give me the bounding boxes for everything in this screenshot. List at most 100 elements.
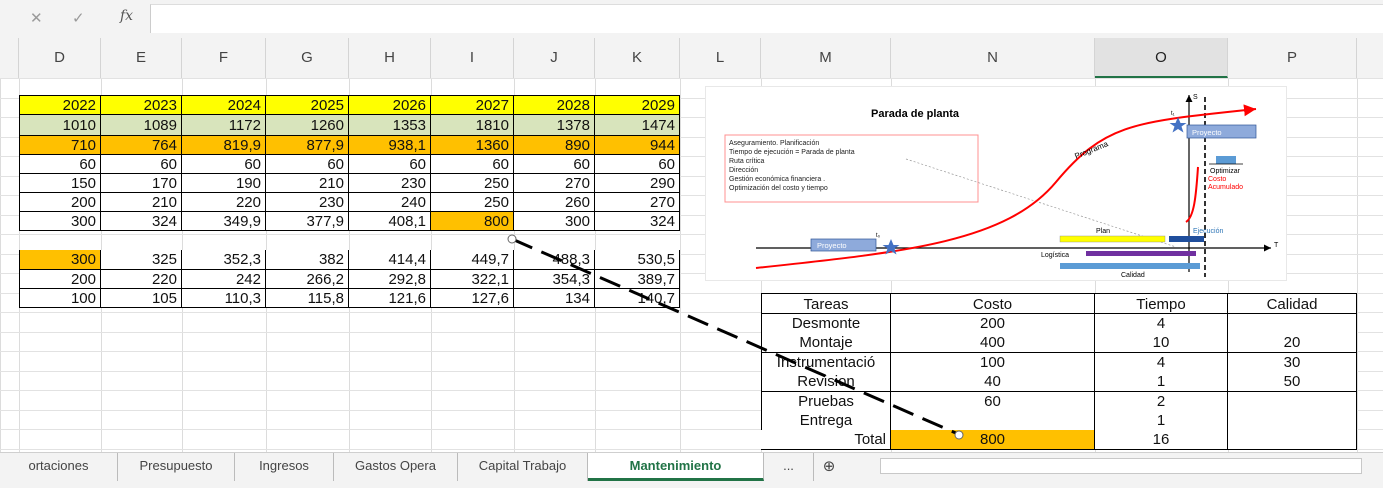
data-cell[interactable]: 1360 xyxy=(431,136,514,155)
data-cell[interactable] xyxy=(101,231,182,250)
data-cell[interactable]: 322,1 xyxy=(431,270,514,289)
data-cell[interactable] xyxy=(349,231,431,250)
data-cell[interactable]: 530,5 xyxy=(595,250,680,270)
data-cell[interactable]: 127,6 xyxy=(431,289,514,308)
data-cell[interactable]: 292,8 xyxy=(349,270,431,289)
data-cell[interactable] xyxy=(431,231,514,250)
data-cell[interactable]: 389,7 xyxy=(595,270,680,289)
tasks-cell[interactable]: 1 xyxy=(1095,372,1228,392)
column-header-o[interactable]: O xyxy=(1095,38,1228,78)
column-header-n[interactable]: N xyxy=(891,38,1095,78)
data-cell[interactable]: 230 xyxy=(349,174,431,193)
data-cell[interactable]: 150 xyxy=(19,174,101,193)
data-cell[interactable]: 200 xyxy=(19,270,101,289)
data-cell[interactable]: 890 xyxy=(514,136,595,155)
data-cell[interactable]: 349,9 xyxy=(182,212,266,231)
data-cell[interactable] xyxy=(182,231,266,250)
data-cell[interactable]: 60 xyxy=(266,155,349,174)
tasks-cell[interactable]: Instrumentació xyxy=(761,353,891,373)
data-cell[interactable]: 60 xyxy=(101,155,182,174)
horizontal-scrollbar[interactable] xyxy=(880,458,1362,474)
data-cell[interactable]: 352,3 xyxy=(182,250,266,270)
column-header-l[interactable]: L xyxy=(680,38,761,78)
data-cell[interactable] xyxy=(266,231,349,250)
data-cell[interactable]: 710 xyxy=(19,136,101,155)
column-header-j[interactable]: J xyxy=(514,38,595,78)
data-cell[interactable]: 220 xyxy=(182,193,266,212)
data-cell[interactable]: 1010 xyxy=(19,115,101,136)
data-cell[interactable]: 819,9 xyxy=(182,136,266,155)
data-cell[interactable]: 1172 xyxy=(182,115,266,136)
data-cell[interactable]: 300 xyxy=(514,212,595,231)
tasks-cell[interactable]: 40 xyxy=(891,372,1095,392)
data-cell[interactable]: 105 xyxy=(101,289,182,308)
tasks-cell[interactable]: Entrega xyxy=(761,411,891,431)
data-cell[interactable]: 1474 xyxy=(595,115,680,136)
tasks-cell[interactable]: 60 xyxy=(891,392,1095,412)
data-cell[interactable]: 270 xyxy=(595,193,680,212)
year-cell[interactable]: 2024 xyxy=(182,95,266,115)
year-cell[interactable]: 2023 xyxy=(101,95,182,115)
sheet-tab-capital-trabajo[interactable]: Capital Trabajo xyxy=(458,453,588,481)
sheet-tab-more[interactable]: ... xyxy=(764,453,814,481)
total-label[interactable]: Total xyxy=(761,430,891,450)
column-header-p[interactable]: P xyxy=(1228,38,1357,78)
data-cell[interactable]: 140,7 xyxy=(595,289,680,308)
data-cell[interactable]: 60 xyxy=(182,155,266,174)
data-cell[interactable]: 300 xyxy=(19,212,101,231)
data-cell[interactable]: 190 xyxy=(182,174,266,193)
tasks-cell[interactable]: Desmonte xyxy=(761,314,891,334)
year-cell[interactable]: 2027 xyxy=(431,95,514,115)
tasks-cell[interactable] xyxy=(1228,411,1357,431)
data-cell[interactable]: 324 xyxy=(101,212,182,231)
tasks-cell[interactable] xyxy=(891,411,1095,431)
tasks-cell[interactable]: 400 xyxy=(891,333,1095,353)
data-cell[interactable]: 449,7 xyxy=(431,250,514,270)
tasks-cell[interactable]: Pruebas xyxy=(761,392,891,412)
tasks-header-cell[interactable]: Calidad xyxy=(1228,293,1357,314)
data-cell[interactable]: 325 xyxy=(101,250,182,270)
year-cell[interactable]: 2025 xyxy=(266,95,349,115)
tasks-cell[interactable]: 100 xyxy=(891,353,1095,373)
data-cell[interactable]: 121,6 xyxy=(349,289,431,308)
year-cell[interactable]: 2028 xyxy=(514,95,595,115)
cancel-icon[interactable]: ✕ xyxy=(30,9,43,27)
sheet-tab-mantenimiento[interactable]: Mantenimiento xyxy=(588,453,764,481)
tasks-cell[interactable]: 4 xyxy=(1095,353,1228,373)
data-cell[interactable]: 877,9 xyxy=(266,136,349,155)
tasks-header-cell[interactable]: Tareas xyxy=(761,293,891,314)
data-cell[interactable]: 210 xyxy=(266,174,349,193)
data-cell[interactable]: 1260 xyxy=(266,115,349,136)
data-cell[interactable]: 60 xyxy=(19,155,101,174)
sheet-tab-ortaciones[interactable]: ortaciones xyxy=(0,453,118,481)
data-cell[interactable]: 324 xyxy=(595,212,680,231)
data-cell[interactable]: 290 xyxy=(595,174,680,193)
enter-icon[interactable]: ✓ xyxy=(72,9,85,27)
sheet-tab-presupuesto[interactable]: Presupuesto xyxy=(118,453,235,481)
data-cell[interactable]: 240 xyxy=(349,193,431,212)
data-cell[interactable]: 1353 xyxy=(349,115,431,136)
tasks-cell[interactable]: 30 xyxy=(1228,353,1357,373)
sheet-tab-gastos-opera[interactable]: Gastos Opera xyxy=(334,453,458,481)
column-header-i[interactable]: I xyxy=(431,38,514,78)
total-cost-cell[interactable]: 800 xyxy=(891,430,1095,450)
column-header-m[interactable]: M xyxy=(761,38,891,78)
column-header-d[interactable]: D xyxy=(19,38,101,78)
data-cell[interactable]: 800 xyxy=(431,212,514,231)
data-cell[interactable]: 260 xyxy=(514,193,595,212)
tasks-header-cell[interactable]: Costo xyxy=(891,293,1095,314)
data-cell[interactable]: 110,3 xyxy=(182,289,266,308)
data-cell[interactable]: 764 xyxy=(101,136,182,155)
tasks-cell[interactable]: 20 xyxy=(1228,333,1357,353)
tasks-cell[interactable]: 10 xyxy=(1095,333,1228,353)
year-cell[interactable]: 2022 xyxy=(19,95,101,115)
column-header-k[interactable]: K xyxy=(595,38,680,78)
tasks-cell[interactable] xyxy=(1228,392,1357,412)
column-header-g[interactable]: G xyxy=(266,38,349,78)
data-cell[interactable]: 134 xyxy=(514,289,595,308)
function-icon[interactable]: fx xyxy=(120,8,133,24)
data-cell[interactable]: 250 xyxy=(431,174,514,193)
data-cell[interactable]: 414,4 xyxy=(349,250,431,270)
tasks-cell[interactable]: Montaje xyxy=(761,333,891,353)
add-sheet-icon[interactable]: ⊕ xyxy=(814,453,844,481)
